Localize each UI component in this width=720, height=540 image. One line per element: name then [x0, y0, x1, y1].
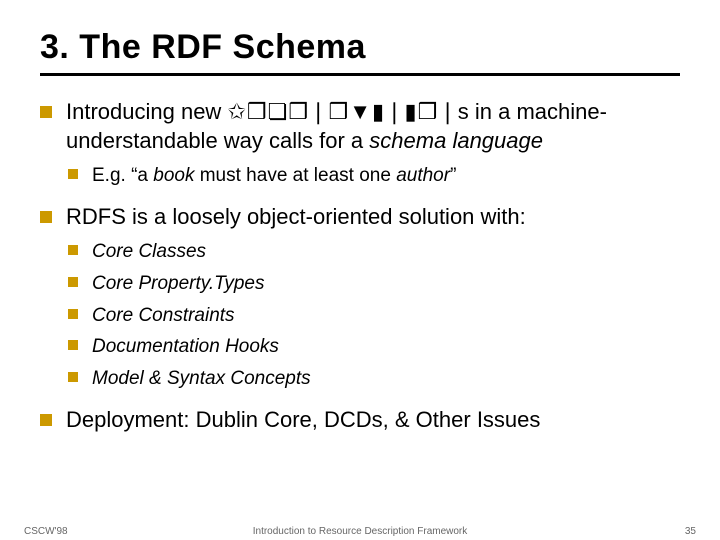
text-italic: author: [396, 165, 450, 186]
text: RDFS is a loosely object-oriented soluti…: [66, 204, 526, 229]
text-italic: Documentation Hooks: [92, 336, 279, 357]
footer-right: 35: [685, 526, 696, 537]
text-italic: book: [153, 165, 194, 186]
slide-title: 3. The RDF Schema: [40, 28, 680, 67]
text-italic: Core Constraints: [92, 305, 235, 326]
text: Deployment: Dublin Core, DCDs, & Other I…: [66, 407, 540, 432]
text-italic: Model & Syntax Concepts: [92, 368, 311, 389]
bullet-2: RDFS is a loosely object-oriented soluti…: [40, 203, 680, 392]
footer-center: Introduction to Resource Description Fra…: [0, 526, 720, 537]
text-italic: schema language: [369, 128, 543, 153]
glyph-run: ✩❒❏❒❘❒▼▮❘▮❒❘: [227, 99, 457, 124]
text: E.g. “a: [92, 165, 153, 186]
sub-list: E.g. “a book must have at least one auth…: [66, 163, 680, 189]
sub-bullet: Core Classes: [66, 239, 680, 265]
sub-bullet: E.g. “a book must have at least one auth…: [66, 163, 680, 189]
text: Introducing new: [66, 99, 227, 124]
text: must have at least one: [194, 165, 396, 186]
sub-bullet: Core Property.Types: [66, 271, 680, 297]
text-italic: Core Classes: [92, 241, 206, 262]
sub-bullet: Documentation Hooks: [66, 334, 680, 360]
bullet-3: Deployment: Dublin Core, DCDs, & Other I…: [40, 406, 680, 435]
bullet-list: Introducing new ✩❒❏❒❘❒▼▮❘▮❒❘s in a machi…: [40, 98, 680, 434]
bullet-1: Introducing new ✩❒❏❒❘❒▼▮❘▮❒❘s in a machi…: [40, 98, 680, 189]
sub-bullet: Model & Syntax Concepts: [66, 366, 680, 392]
title-rule: [40, 73, 680, 76]
text: ”: [450, 165, 456, 186]
text-italic: Core Property.Types: [92, 273, 264, 294]
sub-bullet: Core Constraints: [66, 303, 680, 329]
slide-body: 3. The RDF Schema Introducing new ✩❒❏❒❘❒…: [0, 0, 720, 434]
sub-list: Core Classes Core Property.Types Core Co…: [66, 239, 680, 391]
